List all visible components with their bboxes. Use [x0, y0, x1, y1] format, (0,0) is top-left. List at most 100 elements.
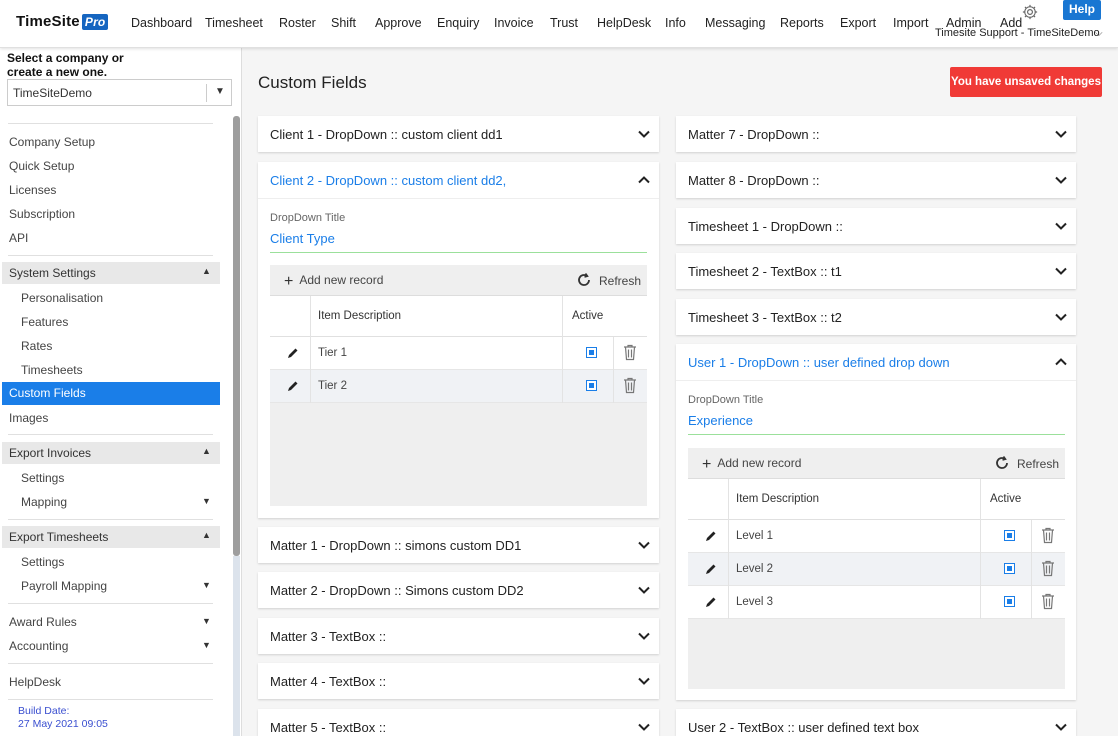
chevron-down-icon[interactable]	[637, 720, 651, 734]
pencil-icon[interactable]	[704, 529, 718, 543]
chevron-up-icon[interactable]	[637, 173, 651, 187]
nav-helpdesk[interactable]: HelpDesk	[597, 16, 651, 30]
panel-user-2[interactable]: User 2 - TextBox :: user defined text bo…	[676, 709, 1076, 736]
nav-enquiry[interactable]: Enquiry	[437, 16, 479, 30]
refresh-button[interactable]: Refresh	[994, 455, 1059, 471]
sidebar-item-personalisation[interactable]: Personalisation	[21, 291, 103, 305]
panel-client-1[interactable]: Client 1 - DropDown :: custom client dd1	[258, 116, 659, 152]
sidebar-item-company-setup[interactable]: Company Setup	[9, 135, 95, 149]
sidebar-item-invoice-mapping[interactable]: Mapping	[21, 495, 67, 509]
sidebar-item-timesheet-settings[interactable]: Settings	[21, 555, 64, 569]
collapse-icon[interactable]: ▲	[202, 446, 211, 456]
panel-timesheet-2[interactable]: Timesheet 2 - TextBox :: t1	[676, 253, 1076, 289]
sidebar-scrollbar-thumb[interactable]	[233, 116, 240, 556]
chevron-down-icon[interactable]	[637, 629, 651, 643]
sidebar-item-licenses[interactable]: Licenses	[9, 183, 56, 197]
panel-title[interactable]: User 1 - DropDown :: user defined drop d…	[688, 355, 950, 370]
collapse-icon[interactable]: ▲	[202, 530, 211, 540]
column-header-description[interactable]: Item Description	[736, 493, 819, 505]
pencil-icon[interactable]	[286, 379, 300, 393]
dropdown-arrow-icon[interactable]: ▼	[215, 86, 225, 97]
pencil-icon[interactable]	[704, 562, 718, 576]
nav-dashboard[interactable]: Dashboard	[131, 16, 192, 30]
nav-invoice[interactable]: Invoice	[494, 16, 534, 30]
panel-matter-7[interactable]: Matter 7 - DropDown ::	[676, 116, 1076, 152]
sidebar-item-invoice-settings[interactable]: Settings	[21, 471, 64, 485]
chevron-down-icon[interactable]	[1054, 219, 1068, 233]
panel-matter-5[interactable]: Matter 5 - TextBox ::	[258, 709, 659, 736]
expand-icon[interactable]: ▼	[202, 640, 211, 650]
sidebar-item-timesheets[interactable]: Timesheets	[21, 363, 83, 377]
nav-import[interactable]: Import	[893, 16, 928, 30]
chevron-down-icon[interactable]	[1054, 127, 1068, 141]
trash-icon[interactable]	[1041, 560, 1055, 577]
chevron-down-icon[interactable]	[1054, 310, 1068, 324]
active-checkbox[interactable]	[1004, 596, 1015, 607]
nav-roster[interactable]: Roster	[279, 16, 316, 30]
sidebar-item-subscription[interactable]: Subscription	[9, 207, 75, 221]
sidebar-item-api[interactable]: API	[9, 231, 28, 245]
column-header-active[interactable]: Active	[990, 493, 1021, 505]
nav-approve[interactable]: Approve	[375, 16, 422, 30]
active-checkbox[interactable]	[1004, 530, 1015, 541]
active-checkbox[interactable]	[1004, 563, 1015, 574]
table-row[interactable]: Level 3	[688, 586, 1065, 619]
expand-icon[interactable]: ▼	[202, 616, 211, 626]
table-row[interactable]: Level 2	[688, 553, 1065, 586]
add-record-button[interactable]: + Add new record	[284, 273, 383, 291]
chevron-down-icon[interactable]	[1054, 264, 1068, 278]
active-checkbox[interactable]	[586, 347, 597, 358]
sidebar-group-system-settings[interactable]: System Settings ▲	[2, 262, 220, 284]
panel-timesheet-1[interactable]: Timesheet 1 - DropDown ::	[676, 208, 1076, 244]
table-row[interactable]: Tier 2	[270, 370, 647, 403]
sidebar-item-rates[interactable]: Rates	[21, 339, 52, 353]
chevron-up-icon[interactable]	[1054, 355, 1068, 369]
panel-title[interactable]: Client 2 - DropDown :: custom client dd2…	[270, 173, 506, 188]
expand-icon[interactable]: ▼	[202, 580, 211, 590]
nav-timesheet[interactable]: Timesheet	[205, 16, 263, 30]
panel-matter-4[interactable]: Matter 4 - TextBox ::	[258, 663, 659, 699]
trash-icon[interactable]	[1041, 593, 1055, 610]
collapse-icon[interactable]: ▲	[202, 266, 211, 276]
expand-icon[interactable]: ▼	[202, 496, 211, 506]
nav-trust[interactable]: Trust	[550, 16, 578, 30]
sidebar-item-features[interactable]: Features	[21, 315, 68, 329]
chevron-down-icon[interactable]	[637, 127, 651, 141]
table-row[interactable]: Tier 1	[270, 337, 647, 370]
sidebar-scrollbar-track[interactable]	[233, 556, 240, 736]
dropdown-title-input[interactable]: Experience	[688, 413, 1065, 435]
trash-icon[interactable]	[623, 344, 637, 361]
column-header-description[interactable]: Item Description	[318, 310, 401, 322]
sidebar-group-export-timesheets[interactable]: Export Timesheets ▲	[2, 526, 220, 548]
help-button[interactable]: Help	[1063, 0, 1101, 20]
chevron-down-icon[interactable]	[1054, 720, 1068, 734]
nav-export[interactable]: Export	[840, 16, 876, 30]
chevron-down-icon[interactable]	[637, 538, 651, 552]
chevron-down-icon[interactable]	[1054, 173, 1068, 187]
chevron-down-icon[interactable]	[637, 583, 651, 597]
panel-matter-3[interactable]: Matter 3 - TextBox ::	[258, 618, 659, 654]
chevron-down-icon[interactable]: ⌵	[1095, 28, 1103, 39]
sidebar-item-images[interactable]: Images	[9, 411, 48, 425]
user-menu[interactable]: Timesite Support - TimeSiteDemo	[935, 27, 1100, 39]
sidebar-item-payroll-mapping[interactable]: Payroll Mapping	[21, 579, 107, 593]
company-select[interactable]: TimeSiteDemo ▼	[7, 79, 232, 106]
chevron-down-icon[interactable]	[637, 674, 651, 688]
sidebar-group-export-invoices[interactable]: Export Invoices ▲	[2, 442, 220, 464]
nav-reports[interactable]: Reports	[780, 16, 824, 30]
sidebar-item-helpdesk[interactable]: HelpDesk	[9, 675, 61, 689]
nav-messaging[interactable]: Messaging	[705, 16, 765, 30]
dropdown-title-input[interactable]: Client Type	[270, 231, 647, 253]
sidebar-item-award-rules[interactable]: Award Rules	[9, 615, 77, 629]
active-checkbox[interactable]	[586, 380, 597, 391]
pencil-icon[interactable]	[704, 595, 718, 609]
panel-timesheet-3[interactable]: Timesheet 3 - TextBox :: t2	[676, 299, 1076, 335]
panel-matter-1[interactable]: Matter 1 - DropDown :: simons custom DD1	[258, 527, 659, 563]
pencil-icon[interactable]	[286, 346, 300, 360]
table-row[interactable]: Level 1	[688, 520, 1065, 553]
trash-icon[interactable]	[1041, 527, 1055, 544]
app-logo[interactable]: TimeSite Pro	[16, 13, 109, 30]
panel-matter-8[interactable]: Matter 8 - DropDown ::	[676, 162, 1076, 198]
refresh-button[interactable]: Refresh	[576, 272, 641, 288]
sidebar-item-custom-fields[interactable]: Custom Fields	[2, 382, 220, 405]
